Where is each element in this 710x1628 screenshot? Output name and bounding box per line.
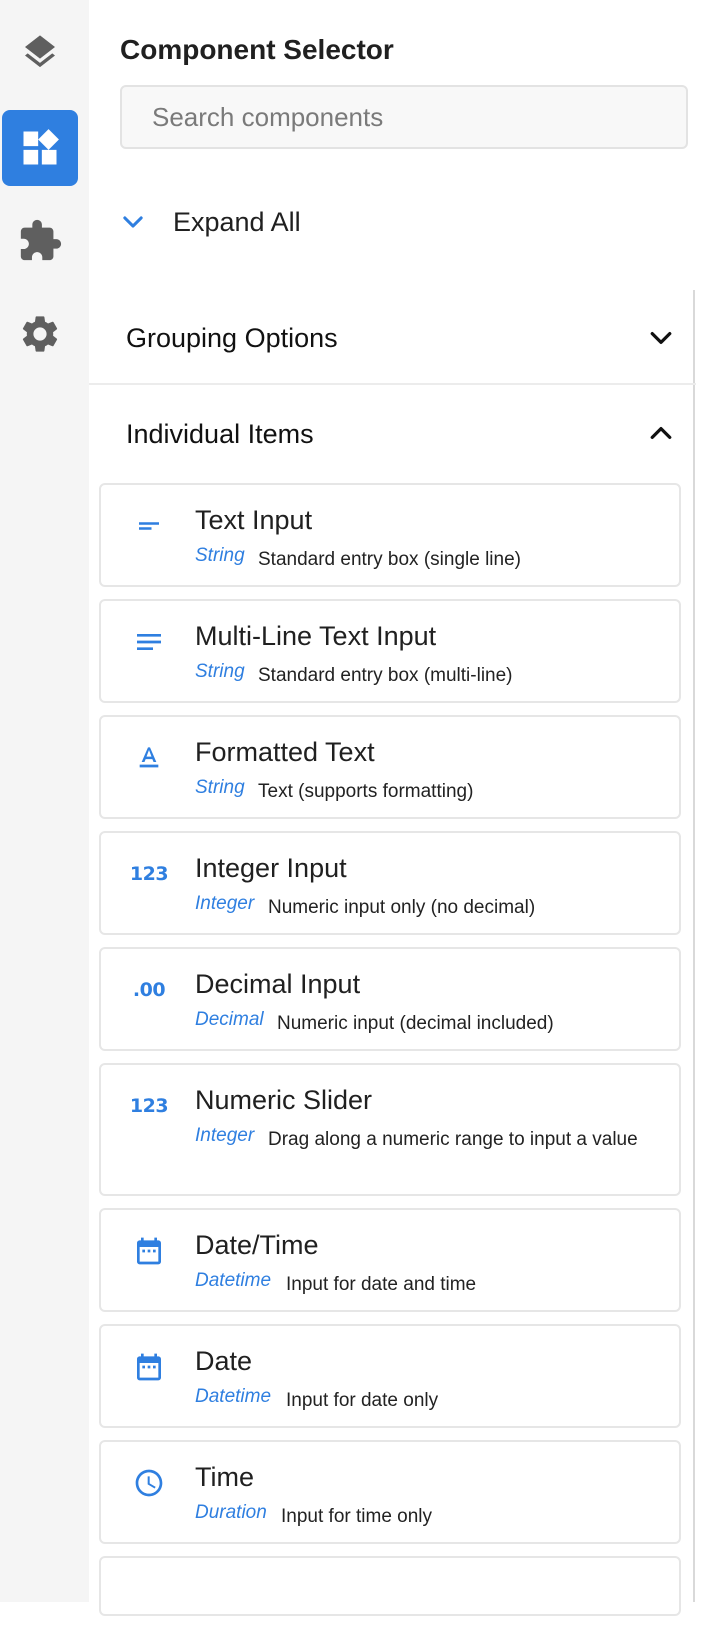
component-item-date-time[interactable]: Date/Time Datetime Input for date and ti… xyxy=(99,1208,681,1312)
settings-nav-button[interactable] xyxy=(2,296,78,372)
component-type: String xyxy=(195,545,245,566)
short-text-icon xyxy=(131,511,167,541)
component-name: Date xyxy=(195,1346,253,1376)
component-item-date[interactable]: Date Datetime Input for date only xyxy=(99,1324,681,1428)
numbers-icon: 123 xyxy=(129,1091,169,1121)
component-item-time[interactable]: Time Duration Input for time only xyxy=(99,1440,681,1544)
component-item-formatted-text[interactable]: Formatted Text String Text (supports for… xyxy=(99,715,681,819)
component-item-numeric-slider[interactable]: 123 Numeric Slider Integer Drag along a … xyxy=(99,1063,681,1196)
component-type: Datetime xyxy=(195,1270,272,1291)
component-description: Input for time only xyxy=(281,1506,433,1527)
component-name: Numeric Slider xyxy=(195,1085,373,1115)
calendar-icon xyxy=(131,1352,167,1382)
components-nav-button[interactable] xyxy=(2,110,78,186)
component-name: Multi-Line Text Input xyxy=(195,621,437,651)
component-type: Duration xyxy=(195,1502,267,1523)
layers-icon xyxy=(25,35,55,68)
plugins-nav-button[interactable] xyxy=(2,203,78,279)
component-type: Integer xyxy=(195,1125,255,1146)
numbers-glyph: 123 xyxy=(129,1095,169,1117)
section-label: Individual Items xyxy=(126,418,314,449)
component-description: Drag along a numeric range to input a va… xyxy=(268,1129,638,1150)
component-item-integer-input[interactable]: 123 Integer Input Integer Numeric input … xyxy=(99,831,681,935)
search-input[interactable] xyxy=(120,85,688,149)
clock-icon xyxy=(131,1468,167,1498)
section-grouping-options[interactable]: Grouping Options xyxy=(89,293,696,385)
component-item-multi-line-text-input[interactable]: Multi-Line Text Input String Standard en… xyxy=(99,599,681,703)
format-text-icon xyxy=(131,743,167,773)
chevron-up-icon xyxy=(650,427,672,439)
component-type: Decimal xyxy=(195,1009,264,1030)
component-type: String xyxy=(195,777,245,798)
gear-icon xyxy=(22,316,58,352)
puzzle-icon xyxy=(20,219,62,261)
panel-title: Component Selector xyxy=(120,34,394,65)
component-name: Formatted Text xyxy=(195,737,375,767)
chevron-down-icon xyxy=(650,332,672,344)
section-individual-items[interactable]: Individual Items xyxy=(89,388,696,480)
nav-rail xyxy=(0,0,89,1602)
chevron-down-icon xyxy=(123,216,143,228)
decimal-glyph: .00 xyxy=(132,979,166,1001)
component-description: Standard entry box (single line) xyxy=(258,549,521,570)
component-item-partial[interactable] xyxy=(99,1556,681,1616)
component-list: Text Input String Standard entry box (si… xyxy=(99,483,681,1628)
numbers-icon: 123 xyxy=(129,859,169,889)
notes-icon xyxy=(131,627,167,657)
component-description: Standard entry box (multi-line) xyxy=(258,665,513,686)
component-description: Input for date only xyxy=(286,1390,439,1411)
widgets-icon xyxy=(23,129,59,165)
component-name: Integer Input xyxy=(195,853,347,883)
layers-nav-button[interactable] xyxy=(2,14,78,90)
component-type: Datetime xyxy=(195,1386,272,1407)
section-label: Grouping Options xyxy=(126,322,338,353)
component-description: Numeric input only (no decimal) xyxy=(268,897,536,918)
component-description: Input for date and time xyxy=(286,1274,477,1295)
panel-divider xyxy=(693,290,695,1602)
calendar-icon xyxy=(131,1236,167,1266)
component-name: Decimal Input xyxy=(195,969,361,999)
component-description: Text (supports formatting) xyxy=(258,781,474,802)
component-name: Text Input xyxy=(195,505,313,535)
expand-all-label: Expand All xyxy=(173,206,301,237)
component-selector-panel: Component Selector Expand All Grouping O… xyxy=(89,0,710,1616)
component-type: String xyxy=(195,661,245,682)
expand-all-button[interactable]: Expand All xyxy=(119,200,301,244)
numbers-glyph: 123 xyxy=(129,863,169,885)
component-item-text-input[interactable]: Text Input String Standard entry box (si… xyxy=(99,483,681,587)
component-type: Integer xyxy=(195,893,255,914)
component-name: Time xyxy=(195,1462,254,1492)
component-item-decimal-input[interactable]: .00 Decimal Input Decimal Numeric input … xyxy=(99,947,681,1051)
component-name: Date/Time xyxy=(195,1230,319,1260)
decimal-icon: .00 xyxy=(131,975,167,1005)
component-description: Numeric input (decimal included) xyxy=(277,1013,554,1034)
